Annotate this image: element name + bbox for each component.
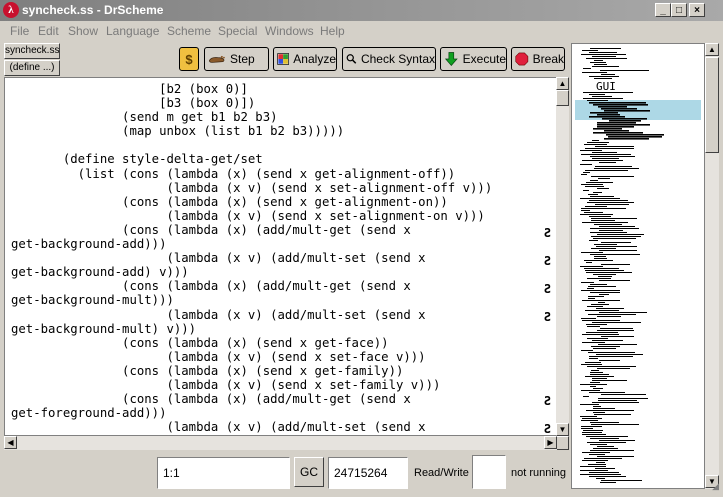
break-button[interactable]: Break — [511, 47, 565, 71]
menu-language[interactable]: Language — [106, 24, 159, 38]
save-button[interactable]: $ — [179, 47, 199, 71]
title-bar: λ syncheck.ss - DrScheme _ □ × — [0, 0, 723, 21]
minimize-button[interactable]: _ — [655, 3, 671, 17]
scroll-corner — [556, 436, 569, 450]
line-wrap-icon: Ƨ — [543, 422, 551, 436]
execute-button[interactable]: Execute — [440, 47, 507, 71]
overview-scroll-up-arrow-icon[interactable]: ▲ — [705, 43, 719, 56]
running-status: not running — [511, 467, 567, 479]
check-syntax-button[interactable]: Check Syntax — [342, 47, 436, 71]
line-wrap-icon: Ƨ — [543, 394, 551, 408]
scroll-right-arrow-icon[interactable]: ▶ — [544, 436, 557, 449]
line-wrap-icon: Ƨ — [543, 310, 551, 324]
check-syntax-label: Check Syntax — [360, 52, 435, 66]
menu-edit[interactable]: Edit — [38, 24, 59, 38]
magnifier-icon — [346, 54, 357, 64]
down-arrow-icon — [444, 52, 458, 67]
foot-icon — [209, 55, 225, 63]
vertical-scroll-thumb[interactable] — [556, 90, 569, 106]
file-name-button[interactable]: syncheck.ss — [4, 43, 60, 59]
close-button[interactable]: × — [689, 3, 705, 17]
line-wrap-icon: Ƨ — [543, 254, 551, 268]
menu-file[interactable]: File — [10, 24, 29, 38]
definitions-editor[interactable]: [b2 (box 0)] [b3 (box 0)]) (send m get b… — [4, 77, 557, 436]
overview-scroll-thumb[interactable] — [705, 57, 719, 153]
line-wrap-icon: Ƨ — [543, 282, 551, 296]
maximize-button[interactable]: □ — [671, 3, 687, 17]
analyze-button[interactable]: Analyze — [273, 47, 337, 71]
menu-windows[interactable]: Windows — [265, 24, 314, 38]
step-label: Step — [230, 52, 255, 66]
memory-usage-field: 24715264 — [328, 457, 408, 489]
menu-show[interactable]: Show — [68, 24, 98, 38]
editor-horizontal-scrollbar[interactable]: ◀ ▶ — [4, 436, 557, 450]
editor-vertical-scrollbar[interactable]: ▲ ▼ — [556, 77, 569, 436]
scroll-down-arrow-icon[interactable]: ▼ — [556, 423, 569, 436]
read-write-status: Read/Write — [414, 467, 469, 479]
overview-scrollbar[interactable]: ▲ ▼ — [705, 43, 719, 489]
define-menu-button[interactable]: (define ...) — [4, 60, 60, 76]
scroll-left-arrow-icon[interactable]: ◀ — [4, 436, 17, 449]
menu-help[interactable]: Help — [320, 24, 345, 38]
menu-bar: File Edit Show Language Scheme Special W… — [0, 21, 723, 41]
menu-scheme[interactable]: Scheme — [167, 24, 211, 38]
code-text[interactable]: [b2 (box 0)] [b3 (box 0)]) (send m get b… — [11, 82, 492, 434]
save-icon: $ — [185, 51, 193, 67]
running-indicator — [472, 455, 506, 489]
execute-label: Execute — [462, 52, 506, 66]
gc-button[interactable]: GC — [294, 457, 324, 487]
stop-sign-icon — [515, 52, 529, 66]
scroll-up-arrow-icon[interactable]: ▲ — [556, 77, 569, 90]
window-title: syncheck.ss - DrScheme — [22, 3, 164, 17]
resize-grip-icon[interactable]: ◢ — [705, 479, 719, 493]
break-label: Break — [532, 52, 564, 66]
line-wrap-icon: Ƨ — [543, 226, 551, 240]
overview-minimap — [575, 48, 701, 483]
menu-special[interactable]: Special — [218, 24, 257, 38]
step-button[interactable]: Step — [204, 47, 269, 71]
overview-label: GUI — [596, 80, 616, 93]
analyze-label: Analyze — [293, 52, 336, 66]
code-overview-pane[interactable]: GUI — [571, 43, 705, 489]
cursor-position-field: 1:1 — [157, 457, 290, 489]
drscheme-app-icon[interactable]: λ — [3, 2, 19, 18]
analyze-icon — [277, 53, 289, 65]
